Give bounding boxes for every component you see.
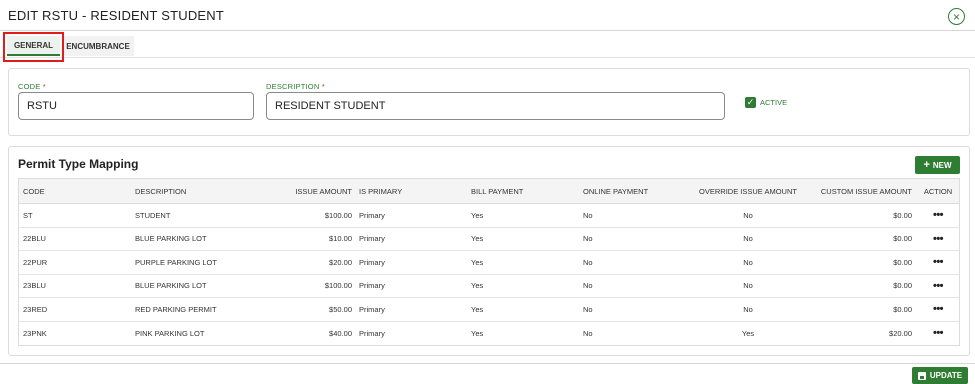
update-button[interactable]: UPDATE xyxy=(912,367,968,384)
cell-online-payment: No xyxy=(583,328,593,338)
cell-custom: $0.00 xyxy=(893,257,912,267)
col-header-code[interactable]: CODE xyxy=(23,179,123,203)
table-row[interactable]: 23BLU BLUE PARKING LOT $100.00 Primary Y… xyxy=(19,275,959,298)
table-row[interactable]: 23RED RED PARKING PERMIT $50.00 Primary … xyxy=(19,298,959,322)
description-input[interactable]: RESIDENT STUDENT xyxy=(266,92,725,120)
cell-code: ST xyxy=(23,210,33,220)
cell-issue-amount: $40.00 xyxy=(329,328,352,338)
cell-bill-payment: Yes xyxy=(471,328,484,338)
tab-bar: GENERAL ENCUMBRANCE xyxy=(0,31,975,58)
plus-icon: + xyxy=(923,158,930,171)
cell-override: No xyxy=(743,234,753,244)
col-header-override[interactable]: OVERRIDE ISSUE AMOUNT xyxy=(689,179,807,203)
cell-code: 23RED xyxy=(23,304,48,314)
required-marker: * xyxy=(42,82,46,91)
cell-bill-payment: Yes xyxy=(471,281,484,291)
section-title: Permit Type Mapping xyxy=(18,157,139,171)
cell-custom: $0.00 xyxy=(893,304,912,314)
more-actions-icon[interactable]: ••• xyxy=(933,233,944,245)
new-button[interactable]: + NEW xyxy=(915,156,960,174)
cell-issue-amount: $100.00 xyxy=(324,210,352,220)
cell-override: No xyxy=(743,281,753,291)
col-header-action: ACTION xyxy=(923,186,953,196)
col-header-description[interactable]: DESCRIPTION xyxy=(135,179,275,203)
required-marker: * xyxy=(321,82,325,91)
cell-online-payment: No xyxy=(583,304,593,314)
cell-code: 22BLU xyxy=(23,234,46,244)
cell-online-payment: No xyxy=(583,257,593,267)
more-actions-icon[interactable]: ••• xyxy=(933,256,944,268)
more-actions-icon[interactable]: ••• xyxy=(933,327,944,339)
cell-is-primary: Primary xyxy=(359,234,385,244)
table-header-row: CODE DESCRIPTION ISSUE AMOUNT IS PRIMARY… xyxy=(19,179,959,204)
col-header-is-primary[interactable]: IS PRIMARY xyxy=(359,179,449,203)
cell-issue-amount: $50.00 xyxy=(329,304,352,314)
tab-encumbrance[interactable]: ENCUMBRANCE xyxy=(62,36,134,56)
cell-custom: $0.00 xyxy=(893,210,912,220)
close-icon: × xyxy=(952,9,960,24)
table-row[interactable]: ST STUDENT $100.00 Primary Yes No No $0.… xyxy=(19,204,959,228)
cell-description: STUDENT xyxy=(135,210,171,220)
cell-override: Yes xyxy=(741,328,755,338)
col-header-issue-amount[interactable]: ISSUE AMOUNT xyxy=(272,179,352,203)
cell-bill-payment: Yes xyxy=(471,234,484,244)
table-row[interactable]: 22BLU BLUE PARKING LOT $10.00 Primary Ye… xyxy=(19,228,959,251)
cell-is-primary: Primary xyxy=(359,281,385,291)
annotation-highlight-box xyxy=(3,32,64,62)
save-icon xyxy=(917,371,926,380)
code-label: CODE * xyxy=(18,82,46,91)
new-button-label: NEW xyxy=(932,160,952,170)
cell-description: PURPLE PARKING LOT xyxy=(135,257,217,267)
close-button[interactable]: × xyxy=(948,8,965,25)
cell-custom: $20.00 xyxy=(889,328,912,338)
table-row[interactable]: 22PUR PURPLE PARKING LOT $20.00 Primary … xyxy=(19,251,959,275)
cell-is-primary: Primary xyxy=(359,257,385,267)
description-label: DESCRIPTION * xyxy=(266,82,325,91)
col-header-online-payment[interactable]: ONLINE PAYMENT xyxy=(583,179,683,203)
cell-custom: $0.00 xyxy=(893,234,912,244)
cell-override: No xyxy=(743,257,753,267)
cell-is-primary: Primary xyxy=(359,210,385,220)
update-button-label: UPDATE xyxy=(929,371,963,380)
cell-code: 23BLU xyxy=(23,281,46,291)
more-actions-icon[interactable]: ••• xyxy=(933,303,944,315)
code-input[interactable]: RSTU xyxy=(18,92,254,120)
dialog-header: EDIT RSTU - RESIDENT STUDENT × xyxy=(0,0,975,31)
cell-code: 23PNK xyxy=(23,328,47,338)
dialog-title: EDIT RSTU - RESIDENT STUDENT xyxy=(8,8,225,23)
footer-divider xyxy=(0,363,975,364)
more-actions-icon[interactable]: ••• xyxy=(933,280,944,292)
permit-mapping-table: CODE DESCRIPTION ISSUE AMOUNT IS PRIMARY… xyxy=(18,178,960,346)
cell-is-primary: Primary xyxy=(359,304,385,314)
col-header-bill-payment[interactable]: BILL PAYMENT xyxy=(471,179,571,203)
cell-description: PINK PARKING LOT xyxy=(135,328,205,338)
cell-issue-amount: $100.00 xyxy=(324,281,352,291)
cell-issue-amount: $10.00 xyxy=(329,234,352,244)
cell-is-primary: Primary xyxy=(359,328,385,338)
cell-override: No xyxy=(743,304,753,314)
cell-online-payment: No xyxy=(583,210,593,220)
cell-issue-amount: $20.00 xyxy=(329,257,352,267)
cell-description: BLUE PARKING LOT xyxy=(135,234,207,244)
cell-bill-payment: Yes xyxy=(471,257,484,267)
table-row[interactable]: 23PNK PINK PARKING LOT $40.00 Primary Ye… xyxy=(19,322,959,346)
more-actions-icon[interactable]: ••• xyxy=(933,209,944,221)
cell-description: BLUE PARKING LOT xyxy=(135,281,207,291)
cell-description: RED PARKING PERMIT xyxy=(135,304,217,314)
col-header-custom[interactable]: CUSTOM ISSUE AMOUNT xyxy=(802,179,912,203)
cell-override: No xyxy=(743,210,753,220)
cell-bill-payment: Yes xyxy=(471,304,484,314)
cell-custom: $0.00 xyxy=(893,281,912,291)
active-toggle[interactable]: ✓ ACTIVE xyxy=(745,97,787,108)
active-checkbox[interactable]: ✓ xyxy=(745,97,756,108)
active-label: ACTIVE xyxy=(760,98,788,107)
cell-online-payment: No xyxy=(583,234,593,244)
cell-online-payment: No xyxy=(583,281,593,291)
cell-bill-payment: Yes xyxy=(471,210,484,220)
cell-code: 22PUR xyxy=(23,257,48,267)
